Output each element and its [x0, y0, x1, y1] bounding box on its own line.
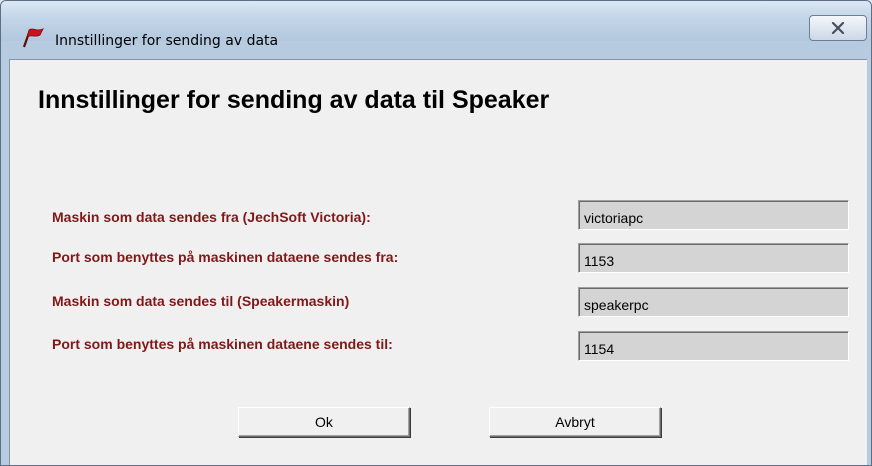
close-button[interactable] — [809, 15, 867, 41]
app-flag-icon — [22, 28, 44, 48]
window-title: Innstillinger for sending av data — [55, 33, 279, 49]
target-port-input[interactable] — [578, 331, 849, 361]
cancel-button[interactable]: Avbryt — [489, 407, 661, 437]
dialog-body: Innstillinger for sending av data til Sp… — [9, 59, 867, 465]
close-icon — [831, 22, 845, 34]
target-machine-input[interactable] — [578, 287, 849, 317]
source-port-input[interactable] — [578, 243, 849, 273]
target-port-label: Port som benyttes på maskinen dataene se… — [52, 336, 393, 352]
target-machine-label: Maskin som data sendes til (Speakermaski… — [52, 293, 350, 309]
title-bar[interactable]: Innstillinger for sending av data — [1, 1, 871, 49]
source-machine-label: Maskin som data sendes fra (JechSoft Vic… — [52, 209, 371, 225]
source-port-label: Port som benyttes på maskinen dataene se… — [52, 249, 399, 265]
source-machine-input[interactable] — [578, 200, 849, 230]
dialog-heading: Innstillinger for sending av data til Sp… — [38, 86, 550, 114]
dialog-window: Innstillinger for sending av data Innsti… — [0, 0, 872, 466]
ok-button[interactable]: Ok — [238, 407, 410, 437]
